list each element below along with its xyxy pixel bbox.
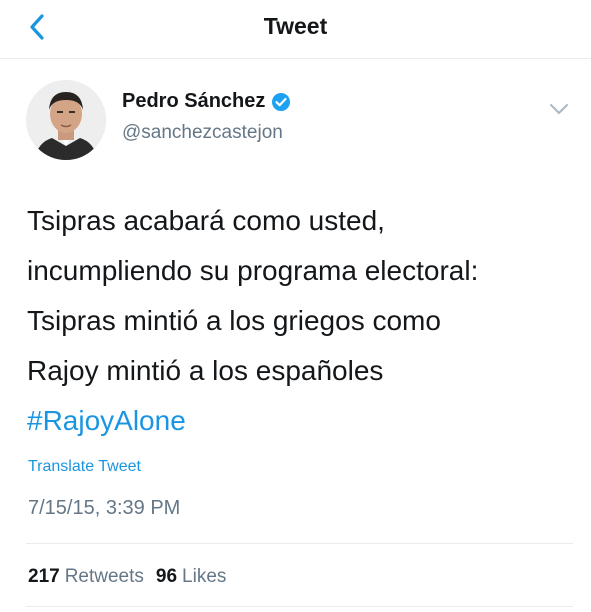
- avatar[interactable]: [26, 80, 106, 160]
- retweets-stat[interactable]: 217 Retweets: [28, 566, 144, 588]
- verified-badge-icon: [272, 92, 291, 111]
- retweets-label: Retweets: [64, 566, 144, 587]
- chevron-down-icon[interactable]: [547, 100, 571, 118]
- retweets-count: 217: [28, 566, 60, 587]
- divider: [26, 606, 573, 607]
- likes-label: Likes: [182, 566, 227, 587]
- engagement-stats: 217 Retweets 96 Likes: [28, 566, 226, 588]
- likes-count: 96: [155, 566, 178, 587]
- author-name-row[interactable]: Pedro Sánchez: [122, 90, 291, 113]
- tweet-text: Tsipras acabará como usted, incumpliendo…: [27, 196, 572, 446]
- divider: [26, 543, 573, 544]
- translate-tweet-link[interactable]: Translate Tweet: [28, 458, 141, 476]
- avatar-photo: [26, 80, 106, 160]
- page-title: Tweet: [263, 13, 328, 39]
- tweet-line: incumpliendo su programa electoral:: [27, 255, 479, 286]
- author-name[interactable]: Pedro Sánchez: [122, 90, 265, 113]
- top-bar: Tweet: [0, 0, 591, 59]
- hashtag-link[interactable]: #RajoyAlone: [27, 396, 572, 446]
- likes-stat[interactable]: 96 Likes: [156, 566, 227, 588]
- author-handle[interactable]: @sanchezcastejon: [122, 122, 283, 144]
- tweet-line: Tsipras mintió a los griegos como: [27, 305, 441, 336]
- tweet-timestamp: 7/15/15, 3:39 PM: [28, 497, 181, 519]
- tweet-line: Tsipras acabará como usted,: [27, 205, 385, 236]
- tweet-line: Rajoy mintió a los españoles: [27, 355, 384, 386]
